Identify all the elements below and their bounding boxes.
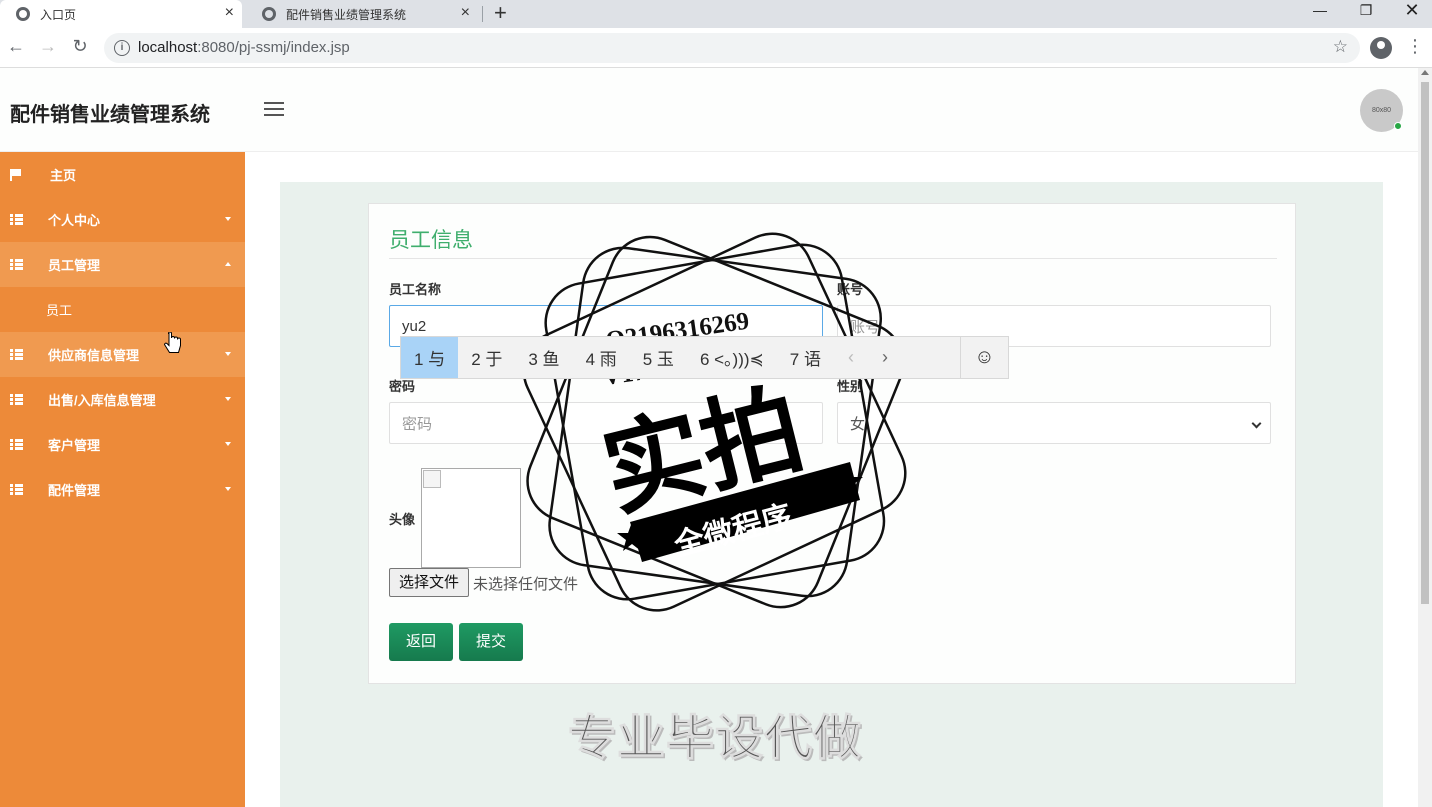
submit-button[interactable]: 提交: [459, 623, 523, 661]
page-scrollbar[interactable]: [1418, 68, 1432, 807]
file-status-text: 未选择任何文件: [473, 576, 579, 593]
emoji-icon[interactable]: ☺: [960, 337, 1008, 378]
close-tab-icon[interactable]: ×: [225, 5, 234, 21]
browser-tab-entry[interactable]: 入口页 ×: [0, 0, 242, 28]
sidebar-item-sales-stock[interactable]: 出售/入库信息管理: [0, 377, 245, 422]
tab-separator: [482, 6, 483, 22]
info-icon[interactable]: i: [114, 40, 130, 56]
caret-down-icon: [225, 397, 231, 401]
caret-down-icon: [225, 487, 231, 491]
browser-tab-bar: 入口页 × 配件销售业绩管理系统 × + — ❐ ✕: [0, 0, 1432, 28]
sidebar-subitem-employee[interactable]: 员工: [0, 287, 245, 332]
sidebar-item-supplier-management[interactable]: 供应商信息管理: [0, 332, 245, 377]
url-text[interactable]: localhost:8080/pj-ssmj/index.jsp: [138, 39, 350, 56]
forward-icon[interactable]: →: [38, 36, 58, 57]
grid-icon: [10, 484, 23, 495]
globe-icon: [262, 7, 276, 21]
caret-down-icon: [225, 442, 231, 446]
hamburger-menu-icon[interactable]: [264, 102, 284, 118]
sidebar: 主页 个人中心 员工管理 员工 供应商信息管理 出售/入库信息管理 客户管理 配…: [0, 152, 245, 807]
new-tab-icon[interactable]: +: [494, 2, 507, 24]
sidebar-item-label: 客户管理: [48, 438, 101, 453]
gender-select[interactable]: 女: [837, 402, 1271, 444]
app-header: 配件销售业绩管理系统 80x80: [0, 68, 1418, 152]
gender-selected-value: 女: [850, 415, 866, 433]
sidebar-item-label: 出售/入库信息管理: [48, 393, 156, 408]
grid-icon: [10, 349, 23, 360]
restore-icon[interactable]: ❐: [1354, 2, 1378, 19]
employee-form-card: 员工信息 员工名称 yu2 账号 账号 密码 密码 性别 女 头像 选择文件 未…: [368, 203, 1296, 684]
caret-down-icon: [225, 352, 231, 356]
ime-candidate[interactable]: 4 雨: [573, 337, 630, 378]
sidebar-item-label: 员工管理: [48, 258, 101, 273]
password-input[interactable]: 密码: [389, 402, 823, 444]
account-label: 账号: [837, 282, 864, 297]
choose-file-button[interactable]: 选择文件: [389, 568, 469, 597]
sidebar-item-parts-management[interactable]: 配件管理: [0, 467, 245, 512]
grid-icon: [10, 439, 23, 450]
ime-next-page-icon[interactable]: ›: [868, 347, 902, 368]
close-tab-icon[interactable]: ×: [461, 5, 470, 21]
profile-icon[interactable]: [1370, 37, 1392, 59]
sidebar-item-label: 员工: [46, 303, 73, 318]
grid-icon: [10, 214, 23, 225]
minimize-icon[interactable]: —: [1308, 2, 1332, 18]
sidebar-item-label: 配件管理: [48, 483, 101, 498]
address-bar: ← → ↻ i localhost:8080/pj-ssmj/index.jsp…: [0, 28, 1432, 68]
tab-title: 入口页: [40, 7, 77, 22]
title-divider: [389, 258, 1277, 259]
ime-candidate-bar: 1 与 2 于 3 鱼 4 雨 5 玉 6 <。)))≼ 7 语 ‹ › ☺: [400, 336, 1009, 379]
reload-icon[interactable]: ↻: [70, 36, 90, 57]
sidebar-item-label: 个人中心: [48, 213, 101, 228]
browser-menu-icon[interactable]: ⋮: [1406, 36, 1424, 56]
sidebar-item-label: 主页: [50, 168, 77, 183]
grid-icon: [10, 259, 23, 270]
grid-icon: [10, 394, 23, 405]
flag-icon: [10, 168, 21, 181]
ime-candidate[interactable]: 7 语: [777, 337, 834, 378]
omnibox[interactable]: i localhost:8080/pj-ssmj/index.jsp ☆: [104, 33, 1360, 63]
browser-tab-system[interactable]: 配件销售业绩管理系统 ×: [246, 0, 478, 28]
app-title: 配件销售业绩管理系统: [10, 104, 210, 126]
chevron-down-icon: [1251, 418, 1262, 429]
hand-cursor-icon: [164, 332, 181, 353]
back-button[interactable]: 返回: [389, 623, 453, 661]
tab-title: 配件销售业绩管理系统: [286, 7, 407, 22]
scroll-thumb[interactable]: [1421, 82, 1429, 604]
ime-candidate[interactable]: 6 <。)))≼: [687, 337, 777, 378]
ime-candidate[interactable]: 2 于: [458, 337, 515, 378]
caret-down-icon: [225, 217, 231, 221]
scroll-up-arrow-icon[interactable]: [1421, 70, 1429, 75]
ime-candidate[interactable]: 3 鱼: [515, 337, 572, 378]
sidebar-item-employee-management[interactable]: 员工管理: [0, 242, 245, 287]
sidebar-item-customer-management[interactable]: 客户管理: [0, 422, 245, 467]
close-window-icon[interactable]: ✕: [1400, 0, 1424, 21]
sidebar-item-personal-center[interactable]: 个人中心: [0, 197, 245, 242]
back-icon[interactable]: ←: [6, 36, 26, 57]
ime-candidate[interactable]: 5 玉: [630, 337, 687, 378]
caret-up-icon: [225, 262, 231, 266]
ime-prev-page-icon[interactable]: ‹: [834, 347, 868, 368]
ime-candidate[interactable]: 1 与: [401, 337, 459, 378]
sidebar-item-label: 供应商信息管理: [48, 348, 140, 363]
bookmark-star-icon[interactable]: ☆: [1333, 37, 1348, 57]
globe-icon: [16, 7, 30, 21]
form-title: 员工信息: [389, 229, 473, 252]
bottom-watermark-text: 专业毕设代做: [567, 712, 863, 766]
online-status-dot: [1394, 122, 1402, 130]
avatar-label: 头像: [389, 512, 416, 527]
sidebar-item-home[interactable]: 主页: [0, 152, 245, 197]
employee-name-label: 员工名称: [389, 282, 442, 297]
avatar-preview-image: [421, 468, 521, 568]
